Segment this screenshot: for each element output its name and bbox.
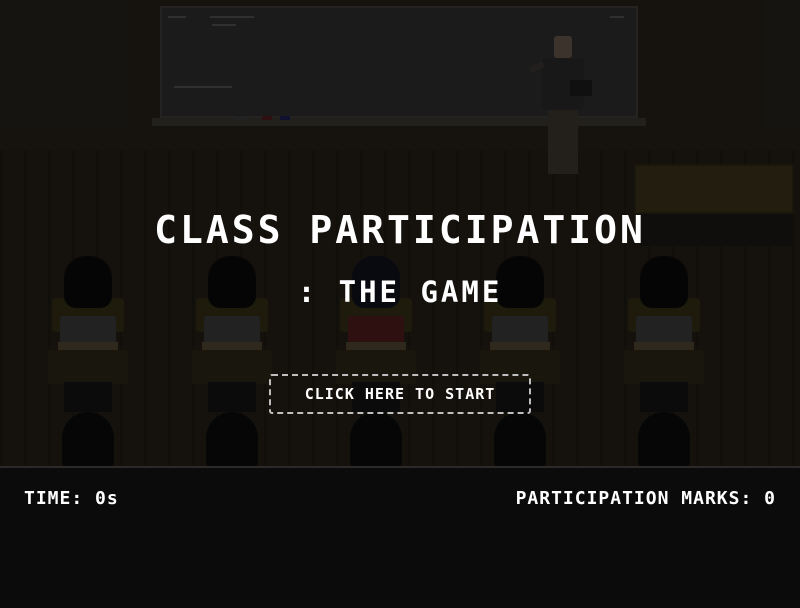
- time-value: 0s: [95, 488, 119, 509]
- classroom-scene: CLASS PARTICIPATION : THE GAME CLICK HER…: [0, 0, 800, 466]
- marks-value: 0: [764, 488, 776, 509]
- game-title: CLASS PARTICIPATION: [154, 208, 646, 252]
- start-button[interactable]: CLICK HERE TO START: [269, 374, 531, 414]
- game-subtitle: : THE GAME: [297, 275, 503, 309]
- time-label: TIME:: [24, 488, 84, 509]
- hud-panel: TIME: 0s PARTICIPATION MARKS: 0: [0, 466, 800, 608]
- marks-label: PARTICIPATION MARKS:: [515, 488, 753, 509]
- time-readout: TIME: 0s: [24, 488, 119, 509]
- participation-marks-readout: PARTICIPATION MARKS: 0: [516, 488, 776, 509]
